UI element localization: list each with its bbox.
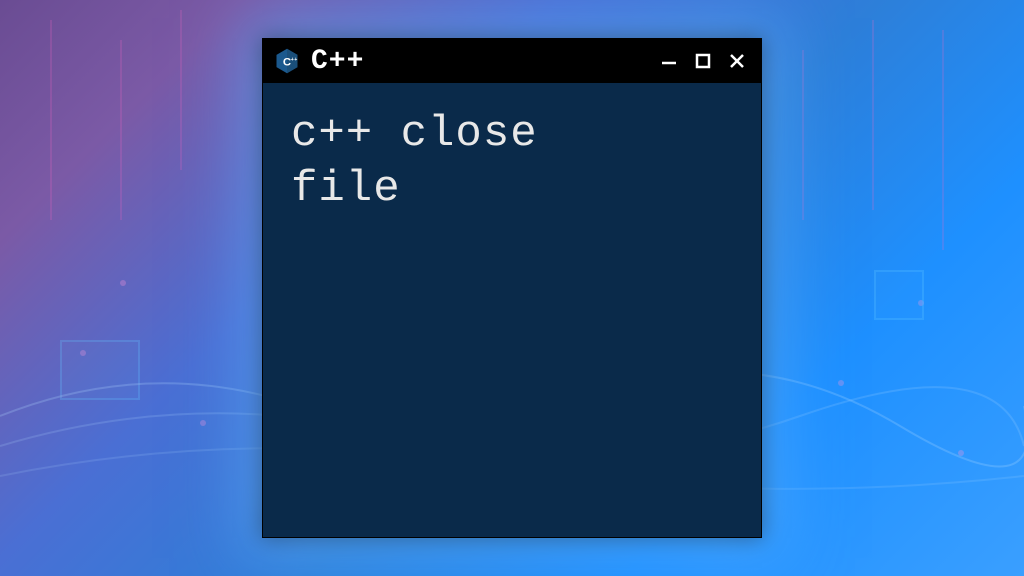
content-line-2: file — [291, 162, 733, 217]
window-title: C++ — [311, 46, 655, 77]
content-line-1: c++ close — [291, 107, 733, 162]
titlebar[interactable]: C + + C++ — [263, 39, 761, 83]
terminal-content[interactable]: c++ close file — [263, 83, 761, 537]
minimize-button[interactable] — [655, 47, 683, 75]
cpp-logo-icon: C + + — [273, 47, 301, 75]
svg-text:+: + — [291, 57, 294, 63]
terminal-window: C + + C++ c++ close file — [262, 38, 762, 538]
close-button[interactable] — [723, 47, 751, 75]
svg-text:+: + — [294, 57, 297, 63]
maximize-button[interactable] — [689, 47, 717, 75]
window-controls — [655, 47, 751, 75]
